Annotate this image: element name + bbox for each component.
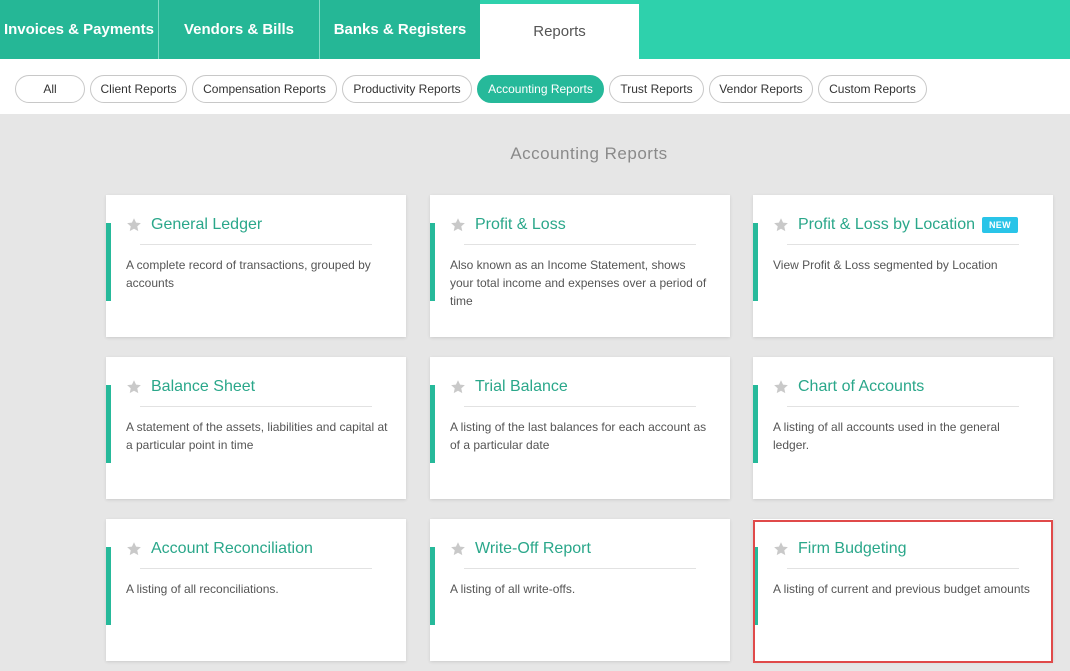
card-title: Balance Sheet xyxy=(151,378,256,395)
tab-reports[interactable]: Reports xyxy=(480,4,639,59)
card-divider xyxy=(464,244,696,245)
filter-client-reports[interactable]: Client Reports xyxy=(90,75,187,103)
card-divider xyxy=(787,244,1019,245)
report-card-general-ledger[interactable]: General Ledger A complete record of tran… xyxy=(106,195,406,337)
filter-accounting-reports[interactable]: Accounting Reports xyxy=(477,75,604,103)
filter-trust-reports[interactable]: Trust Reports xyxy=(609,75,704,103)
card-description: A listing of all accounts used in the ge… xyxy=(773,420,1000,452)
filter-vendor-reports[interactable]: Vendor Reports xyxy=(709,75,813,103)
card-title: Write-Off Report xyxy=(475,540,591,557)
report-card-account-reconciliation[interactable]: Account Reconciliation A listing of all … xyxy=(106,519,406,661)
filter-compensation-reports[interactable]: Compensation Reports xyxy=(192,75,337,103)
card-description: A statement of the assets, liabilities a… xyxy=(126,420,388,452)
filter-all[interactable]: All xyxy=(15,75,85,103)
card-divider xyxy=(140,244,372,245)
new-badge: NEW xyxy=(981,217,1018,233)
card-description: View Profit & Loss segmented by Location xyxy=(773,258,998,272)
star-icon[interactable] xyxy=(450,379,466,395)
star-icon[interactable] xyxy=(126,217,142,233)
card-title: Profit & Loss by Location xyxy=(798,216,975,233)
card-title: General Ledger xyxy=(151,216,263,233)
filter-productivity-reports[interactable]: Productivity Reports xyxy=(342,75,472,103)
card-title: Profit & Loss xyxy=(475,216,566,233)
report-card-chart-of-accounts[interactable]: Chart of Accounts A listing of all accou… xyxy=(753,357,1053,499)
card-divider xyxy=(140,406,372,407)
top-nav-bar: Invoices & Payments Vendors & Bills Bank… xyxy=(0,0,1070,59)
star-icon[interactable] xyxy=(450,541,466,557)
report-card-profit-loss[interactable]: Profit & Loss Also known as an Income St… xyxy=(430,195,730,337)
card-description: A listing of all write-offs. xyxy=(450,582,576,596)
card-divider xyxy=(464,406,696,407)
card-title: Account Reconciliation xyxy=(151,540,313,557)
star-icon[interactable] xyxy=(773,541,789,557)
star-icon[interactable] xyxy=(126,379,142,395)
report-card-profit-loss-by-location[interactable]: Profit & Loss by Location NEW View Profi… xyxy=(753,195,1053,337)
star-icon[interactable] xyxy=(450,217,466,233)
tab-invoices-payments[interactable]: Invoices & Payments xyxy=(0,0,159,59)
card-description: Also known as an Income Statement, shows… xyxy=(450,258,707,308)
card-description: A listing of current and previous budget… xyxy=(773,582,1030,596)
star-icon[interactable] xyxy=(773,217,789,233)
card-title: Chart of Accounts xyxy=(798,378,925,395)
star-icon[interactable] xyxy=(773,379,789,395)
card-title: Trial Balance xyxy=(475,378,568,395)
card-divider xyxy=(787,568,1019,569)
report-card-firm-budgeting[interactable]: Firm Budgeting A listing of current and … xyxy=(753,519,1053,661)
report-card-balance-sheet[interactable]: Balance Sheet A statement of the assets,… xyxy=(106,357,406,499)
card-title: Firm Budgeting xyxy=(798,540,907,557)
card-divider xyxy=(787,406,1019,407)
report-card-trial-balance[interactable]: Trial Balance A listing of the last bala… xyxy=(430,357,730,499)
section-title: Accounting Reports xyxy=(510,144,668,163)
card-divider xyxy=(464,568,696,569)
filter-custom-reports[interactable]: Custom Reports xyxy=(818,75,927,103)
report-filter-bar: All Client Reports Compensation Reports … xyxy=(0,59,1070,114)
card-description: A complete record of transactions, group… xyxy=(126,258,371,290)
card-description: A listing of all reconciliations. xyxy=(126,582,279,596)
tab-vendors-bills[interactable]: Vendors & Bills xyxy=(159,0,320,59)
star-icon[interactable] xyxy=(126,541,142,557)
card-description: A listing of the last balances for each … xyxy=(450,420,707,452)
report-card-write-off-report[interactable]: Write-Off Report A listing of all write-… xyxy=(430,519,730,661)
card-divider xyxy=(140,568,372,569)
tab-banks-registers[interactable]: Banks & Registers xyxy=(320,0,480,59)
